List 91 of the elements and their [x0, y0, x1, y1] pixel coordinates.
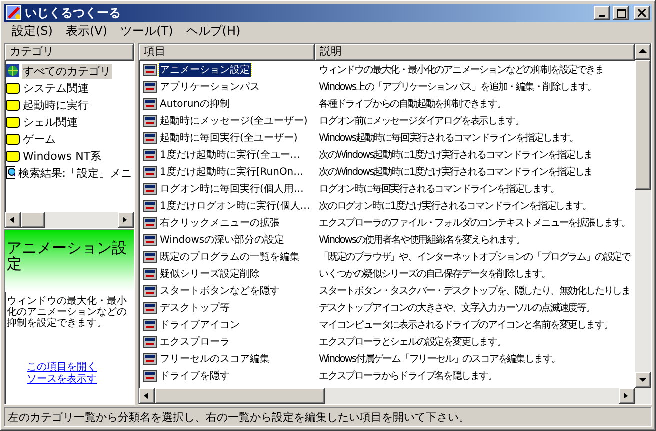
setting-icon: [143, 182, 157, 196]
link[interactable]: この項目を開く: [27, 362, 134, 374]
setting-icon: [143, 198, 157, 212]
list-item[interactable]: エクスプローラ: [159, 334, 231, 348]
folder-icon: [6, 99, 20, 111]
description-cell-text: いくつかの疑似シリーズの自己保存データを削除します。: [318, 268, 550, 280]
list-item[interactable]: アプリケーションパス: [159, 80, 261, 94]
category-item[interactable]: 起動時に実行: [6, 97, 133, 113]
setting-icon: [143, 148, 157, 162]
category-item[interactable]: Windows NT系: [6, 148, 133, 164]
list-item[interactable]: アニメーション設定: [159, 62, 251, 76]
status-bar: 左のカテゴリ一覧から分類名を選択し、右の一覧から設定を編集したい項目を開いて下さい。: [4, 407, 652, 427]
column-header[interactable]: 説明: [315, 44, 635, 61]
menu-item[interactable]: ツール(T): [116, 23, 182, 40]
description-cell-text: エクスプローラのファイル・フォルダのコンテキストメニューを拡張します。: [318, 216, 631, 230]
list-item[interactable]: デスクトップ等: [159, 300, 231, 314]
list-item[interactable]: 1度だけログオン時に実行(個人…: [159, 198, 312, 212]
description-cell-text: 次のログオン時に1度だけ実行されるコマンドラインを指定します。: [318, 200, 592, 212]
category-item[interactable]: 検索結果:「設定」メニ: [6, 165, 133, 181]
maximize-button[interactable]: [613, 6, 629, 20]
list-item[interactable]: フリーセルのスコア編集: [159, 352, 271, 366]
list-item[interactable]: 右クリックメニューの拡張: [159, 216, 281, 230]
setting-icon: [143, 80, 157, 94]
setting-icon: [143, 130, 157, 144]
setting-icon: [143, 300, 157, 314]
description-cell-text: ウィンドウの最大化・最小化のアニメーションなどの抑制を設定できま: [318, 64, 604, 76]
description-cell-text: Windows付属ゲーム「フリーセル」のスコアを編集します。: [318, 352, 561, 366]
description-cell-text: デスクトップアイコンの大きさや、文字入力カーソルの点滅速度等。: [318, 302, 595, 314]
setting-icon: [143, 114, 157, 128]
description-cell-text: 各種ドライブからの自動起動を抑制できます。: [318, 98, 506, 110]
description-cell-text: エクスプローラからドライブ名を隠します。: [318, 370, 498, 382]
list-item[interactable]: 既定のプログラムの一覧を編集: [159, 250, 301, 264]
vertical-scrollbar[interactable]: [635, 44, 651, 388]
globe-icon: [6, 64, 20, 78]
list-item[interactable]: Autorunの抑制: [159, 96, 232, 110]
horizontal-scrollbar[interactable]: [139, 388, 651, 404]
info-title: アニメーション設定: [5, 230, 134, 292]
window-title: いじくるつくーる: [25, 4, 122, 22]
info-description: ウィンドウの最大化・最小化のアニメーションなどの抑制を設定できます。: [6, 294, 128, 331]
app-icon: [6, 5, 22, 21]
close-icon: [638, 9, 646, 17]
menu-item[interactable]: 設定(S): [8, 23, 62, 40]
setting-icon: [143, 266, 157, 280]
description-cell-text: マイコンピュータに表示されるドライブのアイコンと名前を変更します。: [318, 318, 613, 332]
list-item[interactable]: 疑似シリーズ設定削除: [159, 266, 261, 280]
list-item[interactable]: 1度だけ起動時に実行(全ユー…: [159, 148, 302, 162]
description-cell-text: Windows起動時に毎回実行されるコマンドラインを指定します。: [318, 132, 578, 144]
horizontal-scrollbar[interactable]: [5, 212, 134, 228]
list-item[interactable]: 起動時に毎回実行(全ユーザー): [159, 130, 299, 144]
description-cell-text: ログオン時に毎回実行されるコマンドラインを指定します。: [318, 182, 560, 196]
description-cell-text: Windows上の「アプリケーションパス」を追加・編集・削除します。: [318, 80, 596, 94]
folder-icon: [6, 82, 20, 94]
setting-icon: [143, 368, 157, 382]
setting-icon: [143, 62, 157, 76]
setting-icon: [143, 164, 157, 178]
list-item[interactable]: ドライブを隠す: [159, 368, 231, 382]
folder-icon: [6, 133, 20, 145]
category-item[interactable]: システム関連: [6, 80, 133, 96]
setting-icon: [143, 334, 157, 348]
description-cell-text: 「既定のブラウザ」や、インターネットオプションの「プログラム」の設定で: [318, 250, 631, 264]
column-header[interactable]: カテゴリ: [5, 44, 134, 61]
category-item[interactable]: シェル関連: [6, 114, 133, 130]
folder-icon: [6, 116, 20, 128]
setting-icon: [143, 232, 157, 246]
minimize-button[interactable]: [594, 6, 610, 20]
description-cell-text: Windowsの使用者名や使用組織名を変えられます。: [318, 234, 526, 246]
description-cell-text: 次のWindows起動時に1度だけ実行されるコマンドラインを指定しま: [318, 166, 593, 178]
description-cell-text: エクスプローラとシェルの設定を変更します。: [318, 336, 506, 348]
list-item[interactable]: ドライブアイコン: [159, 318, 241, 332]
menu-item[interactable]: ヘルプ(H): [182, 23, 250, 40]
description-cell-text: スタートボタン・タスクバー・デスクトップを、隠したり、無効化したりしま: [318, 284, 631, 298]
setting-icon: [143, 250, 157, 264]
setting-icon: [143, 318, 157, 332]
link[interactable]: ソースを表示す: [27, 374, 134, 386]
setting-icon: [143, 352, 157, 366]
setting-icon: [143, 216, 157, 230]
list-item[interactable]: 1度だけ起動時に実行[RunOn…: [159, 164, 305, 178]
list-item[interactable]: 起動時にメッセージ(全ユーザー): [159, 114, 309, 128]
list-item[interactable]: スタートボタンなどを隠す: [159, 284, 281, 298]
column-header[interactable]: 項目: [139, 44, 315, 61]
menu-item[interactable]: 表示(V): [62, 23, 117, 40]
list-item[interactable]: Windowsの深い部分の設定: [159, 232, 286, 246]
maximize-icon: [616, 8, 626, 18]
setting-icon: [143, 284, 157, 298]
description-cell-text: 次のWindows起動時に1度だけ実行されるコマンドラインを指定しま: [318, 148, 593, 162]
setting-icon: [143, 96, 157, 110]
close-button[interactable]: [634, 6, 650, 20]
folder-icon: [6, 150, 20, 162]
list-item[interactable]: ログオン時に毎回実行(個人用…: [159, 182, 305, 196]
category-item[interactable]: ゲーム: [6, 131, 133, 147]
description-cell-text: ログオン前にメッセージダイアログを表示します。: [318, 114, 524, 128]
